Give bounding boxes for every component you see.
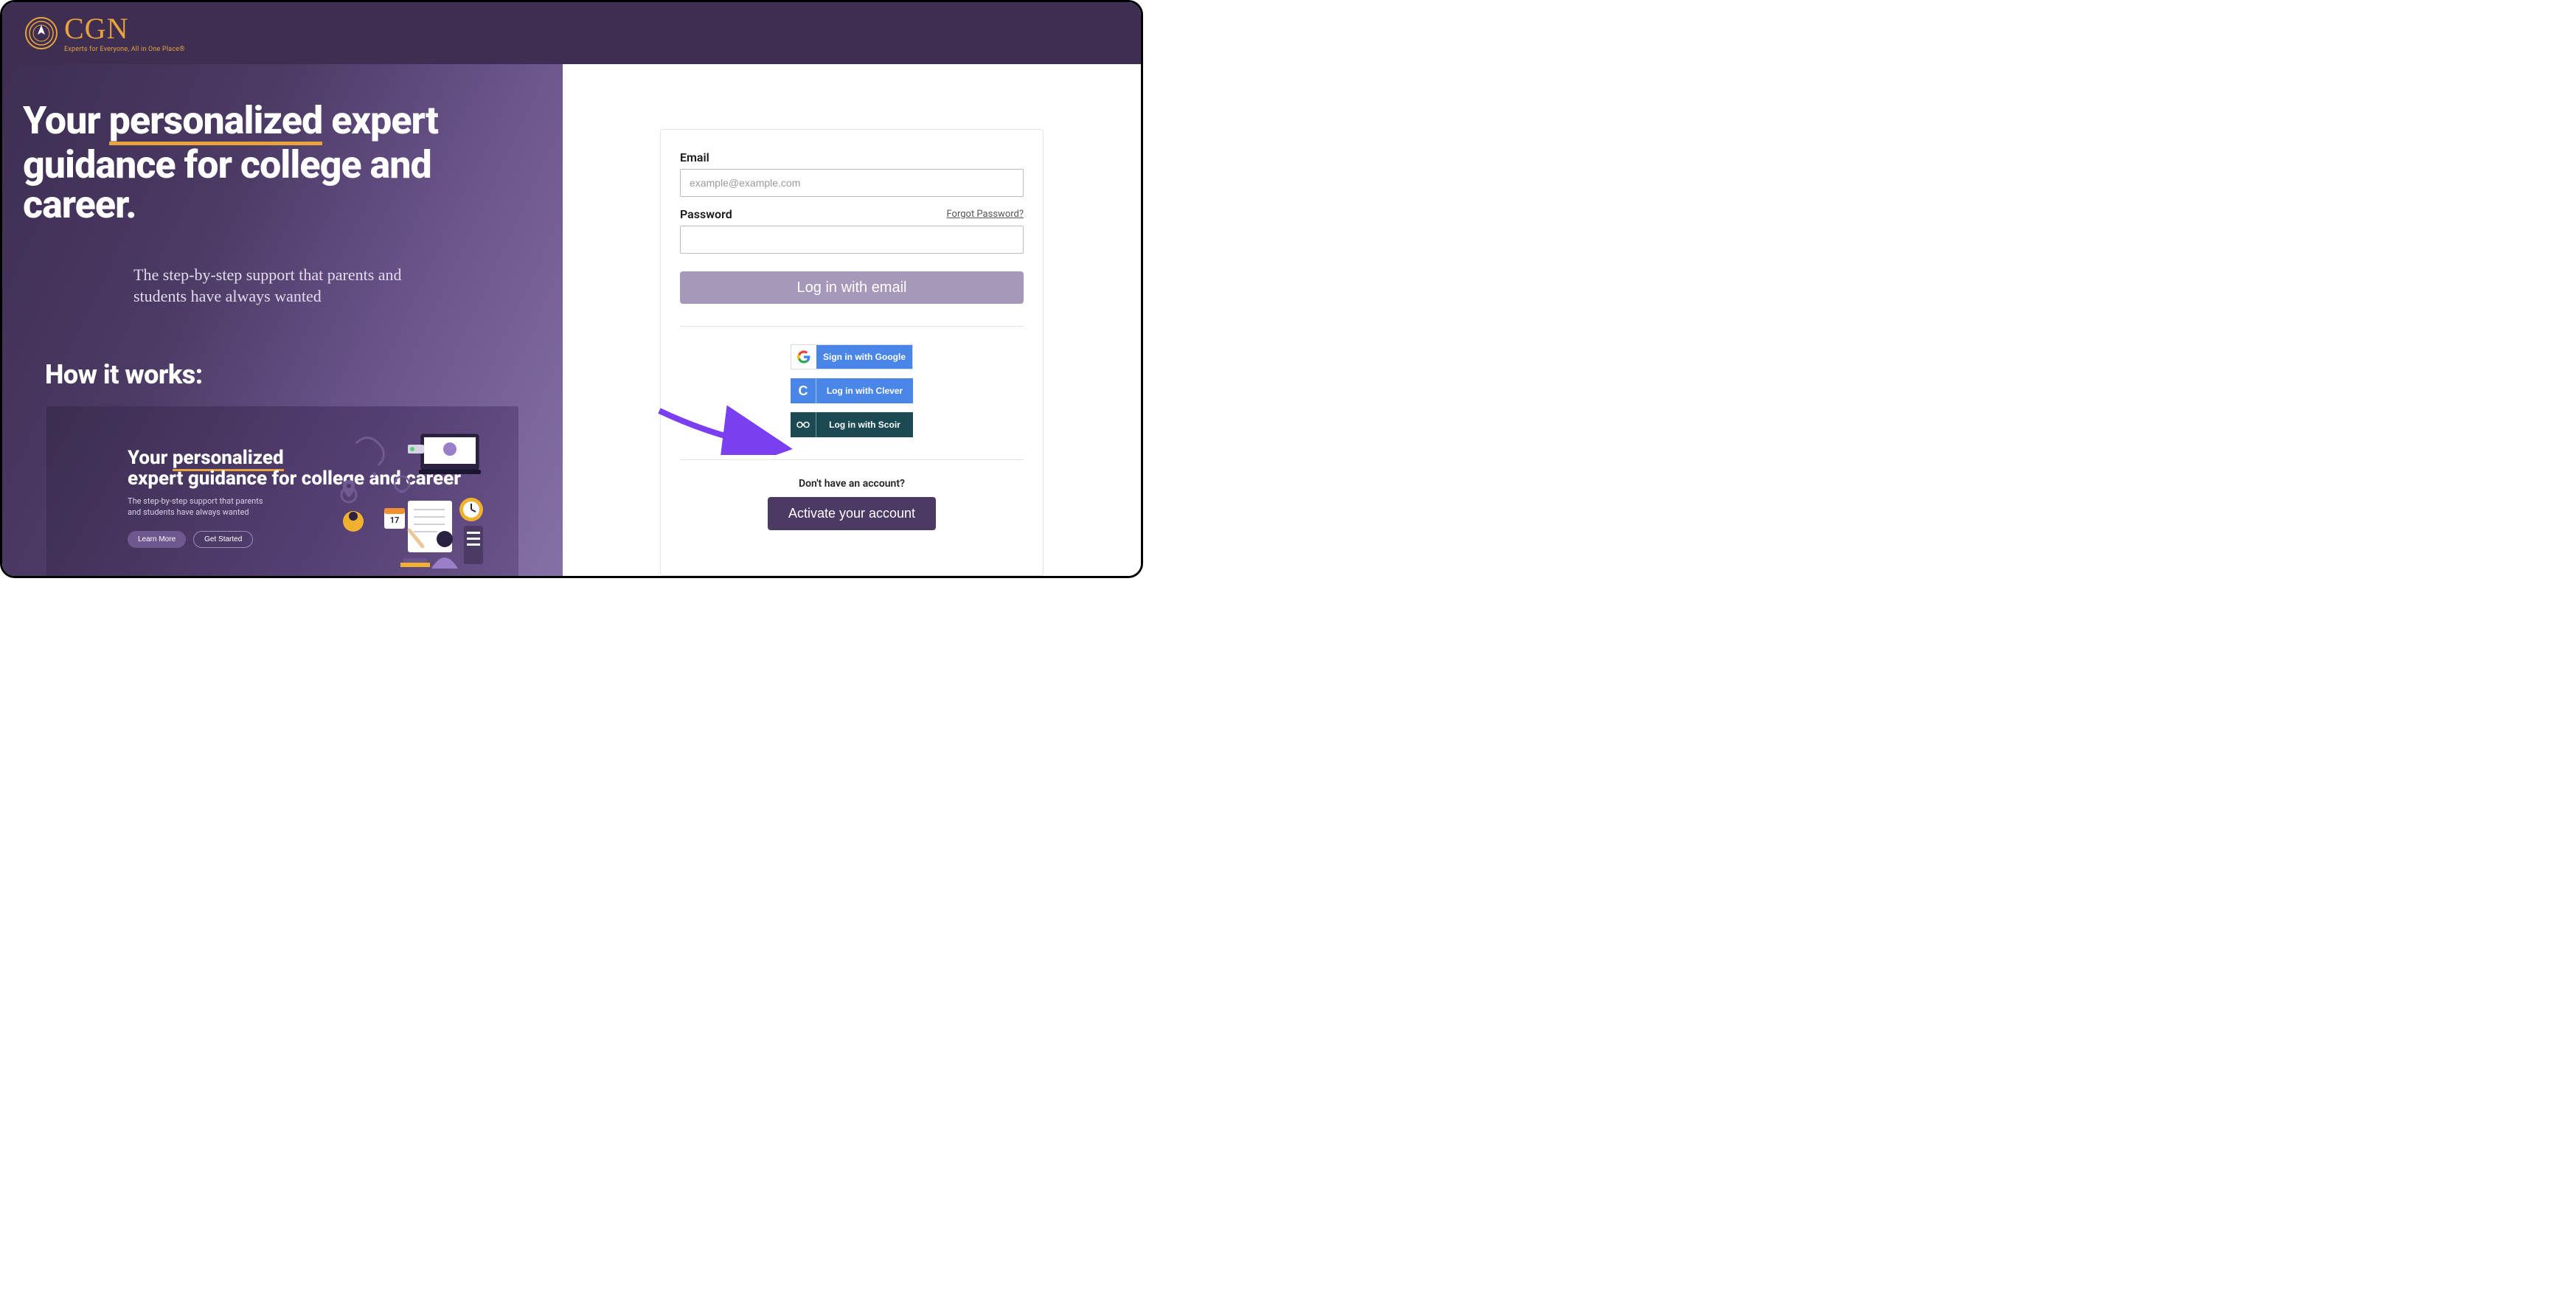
hero-title: Your personalized expert guidance for co… bbox=[23, 101, 533, 226]
brand-name: CGN bbox=[64, 14, 184, 44]
password-label: Password bbox=[680, 207, 732, 221]
divider bbox=[680, 326, 1024, 327]
email-label: Email bbox=[680, 150, 1024, 164]
brand-tagline: Experts for Everyone, All in One Place® bbox=[64, 46, 184, 53]
google-sso-label: Sign in with Google bbox=[816, 345, 912, 369]
main-content: Your personalized expert guidance for co… bbox=[2, 64, 1141, 576]
brand-logo[interactable]: CGN Experts for Everyone, All in One Pla… bbox=[24, 14, 184, 53]
clever-sso-button[interactable]: C Log in with Clever bbox=[791, 378, 913, 403]
password-input[interactable] bbox=[680, 226, 1024, 254]
clever-icon: C bbox=[791, 378, 816, 403]
scoir-sso-button[interactable]: Log in with Scoir bbox=[791, 412, 913, 437]
google-sso-button[interactable]: Sign in with Google bbox=[791, 344, 913, 369]
preview-card: Your personalized expert guidance for co… bbox=[46, 406, 518, 576]
login-email-button[interactable]: Log in with email bbox=[680, 271, 1024, 304]
marketing-panel: Your personalized expert guidance for co… bbox=[2, 64, 563, 576]
app-window: CGN Experts for Everyone, All in One Pla… bbox=[0, 0, 1143, 578]
clever-sso-label: Log in with Clever bbox=[816, 378, 913, 403]
no-account-text: Don't have an account? bbox=[680, 478, 1024, 490]
login-panel: Email Password Forgot Password? Log in w… bbox=[563, 64, 1141, 576]
divider bbox=[680, 459, 1024, 460]
hero-subtitle: The step-by-step support that parents an… bbox=[133, 264, 458, 307]
email-input[interactable] bbox=[680, 169, 1024, 197]
top-bar: CGN Experts for Everyone, All in One Pla… bbox=[2, 2, 1141, 64]
compass-icon bbox=[24, 16, 58, 50]
forgot-password-link[interactable]: Forgot Password? bbox=[946, 209, 1024, 220]
activate-account-button[interactable]: Activate your account bbox=[768, 497, 936, 530]
illustration: 17 bbox=[334, 428, 504, 576]
svg-text:17: 17 bbox=[390, 515, 400, 525]
login-card: Email Password Forgot Password? Log in w… bbox=[660, 129, 1044, 576]
how-it-works-heading: How it works: bbox=[45, 359, 533, 390]
scoir-icon bbox=[791, 412, 816, 437]
get-started-button[interactable]: Get Started bbox=[193, 531, 253, 548]
preview-subtitle: The step-by-step support that parents an… bbox=[128, 496, 275, 518]
google-icon bbox=[791, 344, 816, 369]
scoir-sso-label: Log in with Scoir bbox=[816, 412, 913, 437]
sso-buttons: Sign in with Google C Log in with Clever bbox=[680, 344, 1024, 437]
learn-more-button[interactable]: Learn More bbox=[128, 531, 186, 548]
